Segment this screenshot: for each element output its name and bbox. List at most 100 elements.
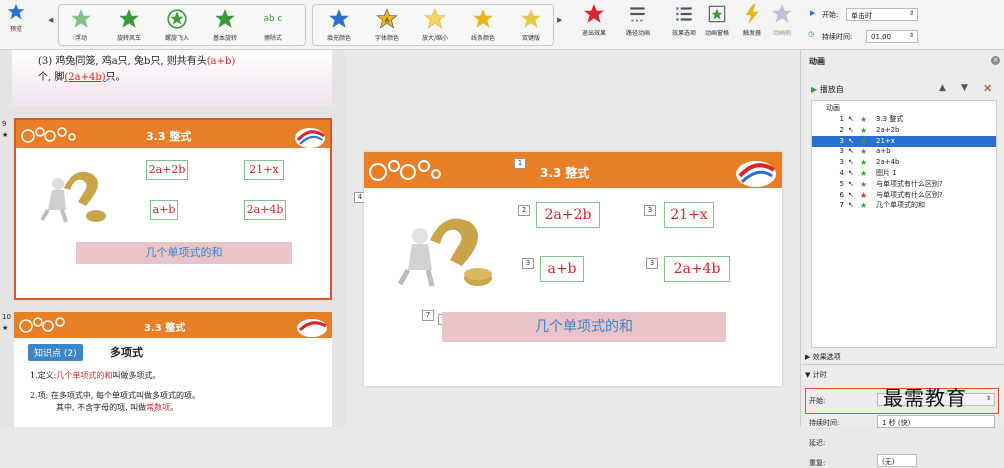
preview-button[interactable]: 预览 xyxy=(0,3,32,33)
expression-box[interactable]: 2a+2b xyxy=(536,202,600,228)
timing-section[interactable]: ▼ 计时 xyxy=(805,370,827,380)
slide-title: 3.3 整式 xyxy=(146,130,192,143)
animation-list-item[interactable]: 2 ↖ ★ 2a+2b xyxy=(812,125,996,136)
start-label: 开始: xyxy=(822,11,839,19)
scroll-right-icon[interactable]: ▶ xyxy=(557,16,562,24)
effect-pinwheel[interactable]: 旋转风车 xyxy=(107,8,151,42)
duration-input[interactable]: 01.00 ⇕ xyxy=(866,30,918,43)
effect-star-icon: ★ xyxy=(860,179,868,189)
anim-tag[interactable]: 3 xyxy=(646,258,658,269)
animation-star-icon: ★ xyxy=(2,324,9,332)
item-order: 2 xyxy=(839,125,844,134)
timing-repeat-select[interactable]: (无) xyxy=(877,454,917,467)
logo-icon xyxy=(297,319,327,337)
expression-box: 2a+2b xyxy=(146,160,188,180)
slide-thumbnail-9[interactable]: 3.3 整式 2a+2b 21+x a+b 2a+4b 几个单项式的和 xyxy=(14,118,332,300)
close-icon[interactable]: × xyxy=(991,56,1000,65)
slide-title: 3.3 整式 xyxy=(144,323,186,334)
effect-options-section[interactable]: ▶ 效果选项 xyxy=(805,352,841,362)
motion-path-button[interactable]: 路径动画 xyxy=(616,3,660,37)
animation-list-item[interactable]: 3 ↖ ★ a+b xyxy=(812,146,996,157)
emphasis-gallery: 填充颜色 A 字体颜色 放大/缩小 线条颜色 双键版 xyxy=(312,4,554,46)
expression-box[interactable]: a+b xyxy=(540,256,584,282)
animation-star-icon: ★ xyxy=(2,131,9,139)
ribbon: 预览 ◀ 浮动 旋转风车 螺旋飞入 基本旋转 ab c 擦除式 填充颜色 A 字体颜… xyxy=(0,0,1004,50)
watermark-text: 最需教育 xyxy=(883,386,967,410)
animation-list-item[interactable]: 6 ↖ ★ 与单项式有什么区别? xyxy=(812,190,996,201)
timing-repeat-label: 重复: xyxy=(809,459,826,467)
timing-delay-label: 延迟: xyxy=(809,439,826,447)
duration-label: 持续时间: xyxy=(822,33,853,41)
animation-painter-button[interactable]: 动画刷 xyxy=(760,3,804,37)
banner[interactable]: 几个单项式的和 xyxy=(442,312,726,342)
star-icon xyxy=(119,9,139,28)
mouse-click-icon: ↖ xyxy=(848,136,854,145)
expression-box[interactable]: 2a+4b xyxy=(664,256,730,282)
item-order: 7 xyxy=(839,201,844,210)
delete-icon[interactable]: ✕ xyxy=(983,82,992,95)
anim-tag[interactable]: 7 xyxy=(422,310,434,321)
start-select[interactable]: 单击时 ⇕ xyxy=(846,8,918,21)
slide-title: 3.3 整式 xyxy=(540,166,590,180)
updown-icon: ⇕ xyxy=(908,32,914,39)
item-order: 4 xyxy=(839,169,844,177)
anim-tag[interactable]: 3 xyxy=(644,205,656,216)
main-slide-canvas[interactable]: 1 3.3 整式 2 2a+2b 3 21+x 3 a+b 3 2a+4b 7 … xyxy=(364,152,782,386)
move-up-icon[interactable]: ▲ xyxy=(939,83,946,93)
definition-text: 1.定义:几个单项式的和叫做多项式。 xyxy=(30,371,161,380)
svg-text:A: A xyxy=(385,16,390,24)
item-label: 2a+2b xyxy=(876,125,900,134)
effect-fill-color[interactable]: 填充颜色 xyxy=(317,8,361,42)
expression-box: 21+x xyxy=(244,160,284,180)
mouse-click-icon: ↖ xyxy=(848,125,854,134)
star-icon xyxy=(215,9,235,28)
effect-spiral-in[interactable]: 螺旋飞入 xyxy=(155,8,199,42)
timing-duration-select[interactable]: 1 秒 (快) xyxy=(877,415,995,428)
star-icon xyxy=(7,3,25,20)
effect-star-icon: ★ xyxy=(860,147,868,157)
effect-float[interactable]: 浮动 xyxy=(59,8,103,42)
slide-number: 10 xyxy=(2,313,11,321)
term-text: 2.项: 在多项式中, 每个单项式叫做多项式的项。 xyxy=(30,391,200,400)
effect-star-icon: ★ xyxy=(860,125,868,135)
effect-wipe[interactable]: ab c 擦除式 xyxy=(251,8,295,42)
section-heading: 多项式 xyxy=(110,346,143,359)
mouse-click-icon: ↖ xyxy=(848,158,854,167)
divider xyxy=(801,364,1004,365)
animation-list-item[interactable]: 3 ↖ ★ 2a+4b xyxy=(812,157,996,168)
move-down-icon[interactable]: ▼ xyxy=(961,83,968,93)
slide-text: (3) 鸡兔同笼, 鸡a只, 兔b只, 则共有头(a+b) 个, 脚(2a+4b… xyxy=(38,56,236,83)
item-order: 5 xyxy=(839,179,844,188)
item-label: 2a+4b xyxy=(876,158,900,167)
anim-tag[interactable]: 2 xyxy=(518,205,530,216)
effect-basic-spin[interactable]: 基本旋转 xyxy=(203,8,247,42)
animation-list-item[interactable]: 1 ↖ ★ 3.3 整式 xyxy=(812,114,996,125)
anim-tag[interactable]: 3 xyxy=(522,258,534,269)
animation-list-item[interactable]: 3 ↖ ★ 21+x xyxy=(812,135,996,147)
slide-thumbnail-10[interactable]: 3.3 整式 知识点 (2) 多项式 1.定义:几个单项式的和叫做多项式。 2.… xyxy=(14,312,332,427)
mouse-click-icon: ↖ xyxy=(848,179,854,188)
item-label: 21+x xyxy=(876,136,895,145)
slide-thumbnail-8[interactable]: (3) 鸡兔同笼, 鸡a只, 兔b只, 则共有头(a+b) 个, 脚(2a+4b… xyxy=(12,50,332,106)
mouse-click-icon: ↖ xyxy=(848,201,854,210)
effect-two-key[interactable]: 双键版 xyxy=(509,8,553,42)
animation-list-item[interactable]: 4 ↖ ★ 图片 1 xyxy=(812,168,996,179)
item-label: 与单项式有什么区别? xyxy=(876,190,943,199)
scroll-left-icon[interactable]: ◀ xyxy=(48,16,53,24)
star-icon xyxy=(473,9,493,28)
animation-list-item[interactable]: 5 ↖ ★ 与单项式有什么区别? xyxy=(812,179,996,190)
knowledge-tag: 知识点 (2) xyxy=(28,344,83,361)
expression-box[interactable]: 21+x xyxy=(664,202,714,228)
effect-line-color[interactable]: 线条颜色 xyxy=(461,8,505,42)
animation-list-item[interactable]: 7 ↖ ★ 几个单项式的和 xyxy=(812,200,996,211)
timing-start-label: 开始: xyxy=(809,397,826,405)
anim-tag[interactable]: 1 xyxy=(514,158,526,169)
expression-box: 2a+4b xyxy=(244,200,286,220)
mouse-click-icon: ↖ xyxy=(848,190,854,199)
effect-font-color[interactable]: A 字体颜色 xyxy=(365,8,409,42)
play-from-button[interactable]: ▶ 播放自 xyxy=(811,84,844,95)
item-order: 3 xyxy=(839,136,844,145)
exit-effect-button[interactable]: 退出效果 xyxy=(572,3,616,37)
item-label: a+b xyxy=(876,147,891,156)
effect-grow-shrink[interactable]: 放大/缩小 xyxy=(413,8,457,42)
